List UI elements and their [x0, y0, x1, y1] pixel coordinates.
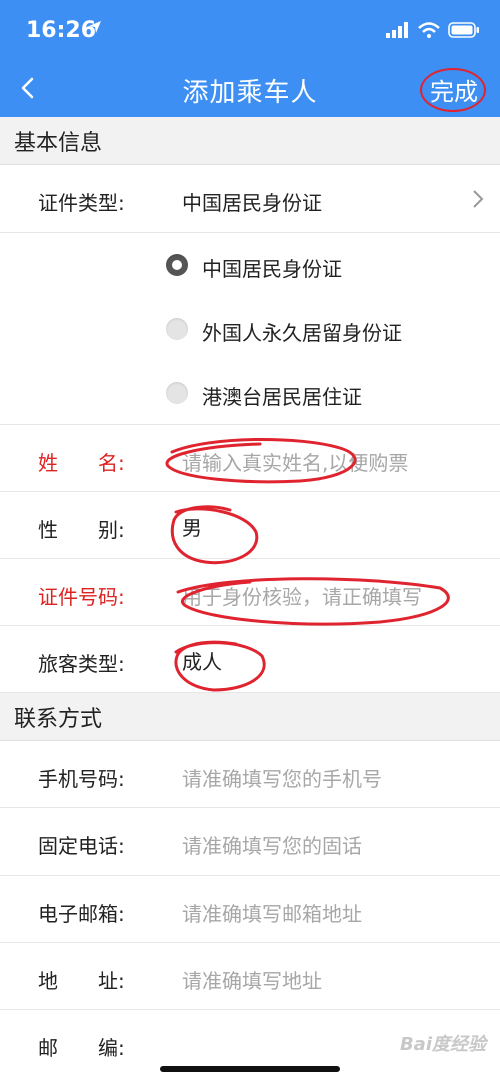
battery-icon: [448, 22, 479, 38]
id-option-hmt[interactable]: 港澳台居民居住证: [0, 361, 500, 425]
id-number-row: 证件号码: 用于身份核验，请正确填写: [0, 559, 500, 626]
mobile-row: 手机号码: 请准确填写您的手机号: [0, 741, 500, 808]
address-label: 地 址:: [38, 969, 125, 993]
id-type-label: 证件类型:: [38, 191, 125, 215]
landline-row: 固定电话: 请准确填写您的固话: [0, 808, 500, 876]
nav-bar: 添加乘车人 完成: [0, 60, 500, 117]
passenger-type-label: 旅客类型:: [38, 652, 125, 676]
radio-unchecked-icon[interactable]: [166, 318, 188, 340]
landline-label: 固定电话:: [38, 834, 125, 858]
status-indicators: [386, 22, 480, 38]
wifi-icon: [418, 22, 440, 38]
name-row: 姓 名: 请输入真实姓名,以便购票: [0, 425, 500, 492]
email-row: 电子邮箱: 请准确填写邮箱地址: [0, 876, 500, 943]
id-number-label: 证件号码:: [38, 585, 125, 609]
id-number-input[interactable]: 用于身份核验，请正确填写: [182, 581, 422, 610]
landline-input[interactable]: 请准确填写您的固话: [182, 830, 362, 859]
passenger-type-row[interactable]: 旅客类型: 成人: [0, 626, 500, 693]
email-input[interactable]: 请准确填写邮箱地址: [182, 898, 362, 927]
mobile-input[interactable]: 请准确填写您的手机号: [182, 763, 382, 792]
address-row: 地 址: 请准确填写地址: [0, 943, 500, 1010]
address-input[interactable]: 请准确填写地址: [182, 965, 322, 994]
status-time: 16:26: [26, 18, 97, 43]
section-header-basic-info: 基本信息: [0, 117, 500, 165]
done-button[interactable]: 完成: [430, 72, 478, 107]
id-option-label: 港澳台居民居住证: [202, 385, 362, 409]
gender-row[interactable]: 性 别: 男: [0, 492, 500, 559]
home-indicator: [160, 1066, 340, 1072]
section-header-contact: 联系方式: [0, 693, 500, 741]
passenger-type-value[interactable]: 成人: [182, 646, 222, 675]
watermark-logo: Bai度经验: [399, 1034, 486, 1055]
postcode-label: 邮 编:: [38, 1036, 125, 1060]
signal-icon: [386, 22, 408, 38]
radio-checked-icon[interactable]: [166, 254, 188, 276]
id-option-mainland[interactable]: 中国居民身份证: [0, 233, 500, 297]
id-option-label: 外国人永久居留身份证: [202, 321, 402, 345]
id-option-label: 中国居民身份证: [202, 257, 342, 281]
id-type-value: 中国居民身份证: [182, 191, 322, 215]
name-label: 姓 名:: [38, 451, 125, 475]
status-bar: 16:26: [0, 0, 500, 60]
id-option-foreigner[interactable]: 外国人永久居留身份证: [0, 297, 500, 361]
id-type-row[interactable]: 证件类型: 中国居民身份证: [0, 165, 500, 233]
location-arrow-icon: [89, 21, 101, 33]
email-label: 电子邮箱:: [38, 902, 125, 926]
radio-unchecked-icon[interactable]: [166, 382, 188, 404]
gender-value[interactable]: 男: [182, 512, 202, 541]
mobile-label: 手机号码:: [38, 767, 125, 791]
gender-label: 性 别:: [38, 518, 125, 542]
name-input[interactable]: 请输入真实姓名,以便购票: [182, 447, 408, 476]
chevron-right-icon: [473, 190, 484, 208]
